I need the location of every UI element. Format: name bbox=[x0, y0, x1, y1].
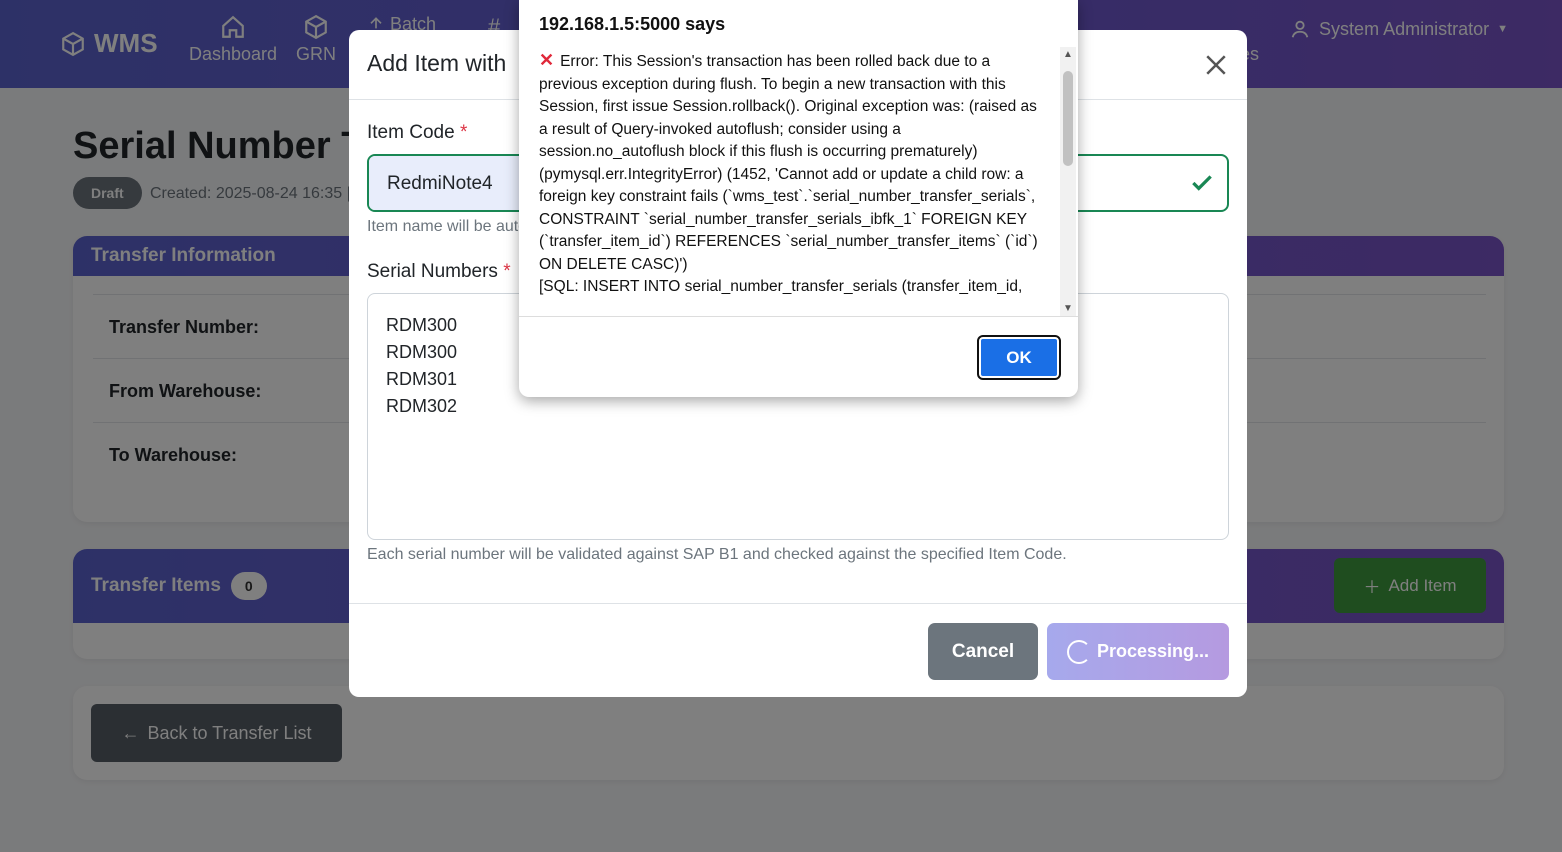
close-button[interactable] bbox=[1201, 50, 1231, 80]
serials-label-text: Serial Numbers bbox=[367, 261, 498, 282]
item-code-value: RedmiNote4 bbox=[369, 156, 529, 210]
processing-button[interactable]: Processing... bbox=[1047, 623, 1229, 680]
check-icon bbox=[1192, 175, 1212, 191]
required-marker: * bbox=[503, 261, 511, 282]
alert-body[interactable]: ✕ Error: This Session's transaction has b… bbox=[519, 47, 1078, 317]
error-x-icon: ✕ bbox=[539, 50, 555, 70]
scroll-thumb[interactable] bbox=[1063, 71, 1073, 166]
processing-label: Processing... bbox=[1096, 641, 1210, 661]
scroll-up-icon[interactable]: ▲ bbox=[1060, 47, 1076, 63]
alert-message-text: Error: This Session's transaction has be… bbox=[539, 53, 1038, 295]
ok-button[interactable]: OK bbox=[977, 335, 1061, 380]
alert-title: 192.168.1.5:5000 says bbox=[539, 14, 726, 34]
serials-help: Each serial number will be validated aga… bbox=[367, 546, 1067, 563]
scroll-down-icon[interactable]: ▼ bbox=[1060, 301, 1076, 316]
serials-label: Serial Numbers * bbox=[367, 261, 511, 283]
browser-alert-dialog: 192.168.1.5:5000 says ✕ Error: This Sessi… bbox=[519, 0, 1078, 397]
modal-footer: Cancel Processing... bbox=[349, 603, 1247, 697]
alert-message: ✕ Error: This Session's transaction has b… bbox=[539, 49, 1039, 299]
item-name-help: Item name will be auto bbox=[367, 218, 528, 235]
cancel-button[interactable]: Cancel bbox=[928, 623, 1038, 680]
item-code-label-text: Item Code bbox=[367, 122, 455, 143]
modal-title: Add Item with bbox=[367, 50, 507, 76]
close-icon bbox=[1206, 55, 1226, 75]
required-marker: * bbox=[459, 122, 468, 143]
spinner-icon bbox=[1066, 639, 1091, 664]
alert-scrollbar[interactable]: ▲ ▼ bbox=[1060, 47, 1076, 316]
item-code-label: Item Code * bbox=[367, 122, 467, 144]
